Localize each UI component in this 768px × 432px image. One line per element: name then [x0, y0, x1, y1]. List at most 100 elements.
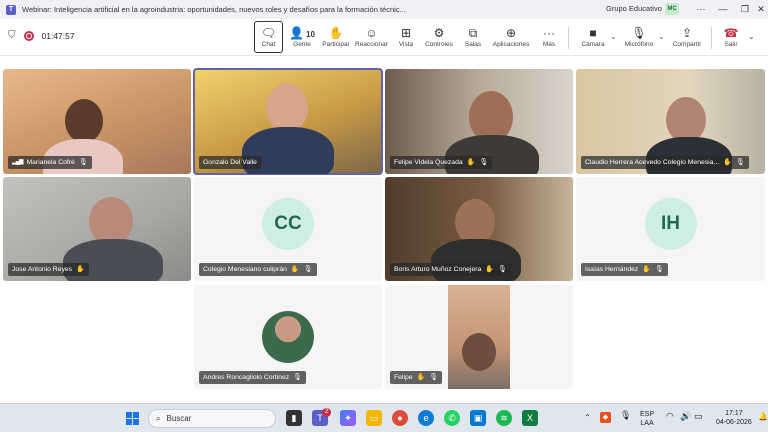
close-icon[interactable]: ✕	[750, 0, 768, 19]
participant-tile[interactable]: Claudio Herrera Acevedo Colegio Menesia.…	[576, 69, 765, 174]
share-screen-icon: ⇪	[681, 25, 693, 40]
people-icon: 👤 10	[289, 25, 315, 40]
signal-icon: ▂▄▆	[12, 159, 24, 165]
participant-tile[interactable]: Jose Antonio Reyes ✋	[3, 177, 191, 281]
windows-taskbar: ⌕ Buscar ▮ T 2 ✦ ▭ ● e ✆ ▣ ≋ X ⌃ ◆ 🎙 ESP…	[0, 403, 768, 432]
hand-icon: ✋	[328, 25, 344, 40]
participant-tile[interactable]: Gonzalo Del Valle	[193, 68, 383, 175]
edge-icon[interactable]: e	[418, 410, 434, 426]
tray-app-icon[interactable]: ◆	[600, 412, 611, 423]
participant-name-label: Isaías Hernández ✋ 🎙	[581, 263, 668, 276]
participant-initials-avatar: CC	[262, 197, 314, 250]
camera-label: Cámara	[581, 40, 605, 48]
meeting-status: ⛉ 01:47:57	[8, 30, 75, 41]
mic-muted-icon: 🎙	[303, 266, 313, 273]
wifi-icon[interactable]: ◠	[666, 412, 674, 421]
participant-photo-avatar	[262, 311, 314, 363]
participant-tile[interactable]: Andres Roncagliolo Cortinez 🎙	[194, 285, 382, 389]
chrome-icon[interactable]: ●	[392, 410, 408, 426]
people-button[interactable]: 👤 10 Gente	[288, 21, 316, 53]
participant-name-label: ▂▄▆ Marianela Cofré 🎙	[8, 156, 92, 169]
react-button[interactable]: ☺ Reaccionar	[354, 21, 389, 53]
participant-initials-avatar: IH	[644, 197, 697, 250]
hand-icon: ✋	[485, 266, 494, 273]
video-grid: ▂▄▆ Marianela Cofré 🎙 Gonzalo Del Valle …	[0, 57, 768, 403]
participant-name-label: Claudio Herrera Acevedo Colegio Menesia.…	[581, 156, 749, 169]
participant-tile[interactable]: ▂▄▆ Marianela Cofré 🎙	[3, 69, 191, 174]
excel-icon[interactable]: X	[522, 410, 538, 426]
participant-tile[interactable]: CC Colegio Menesiano culiprán ✋ 🎙	[194, 177, 382, 281]
recording-icon	[23, 30, 34, 41]
notifications-icon[interactable]: 🔔	[758, 412, 768, 421]
leave-button[interactable]: ☎ Salir	[719, 21, 743, 53]
grid-view-icon: ⊞	[400, 25, 412, 40]
org-name[interactable]: Grupo Educativo	[606, 4, 662, 13]
meeting-toolbar: ⛉ 01:47:57 🗨 Chat 👤 10 Gente ✋ Participar…	[0, 19, 768, 56]
participant-tile[interactable]: Boris Arturo Muñoz Conejera ✋ 🎙	[385, 177, 573, 281]
title-bar: T Webinar: Inteligencia artificial en la…	[0, 0, 768, 19]
volume-icon[interactable]: 🔊	[680, 412, 691, 421]
spotify-icon[interactable]: ≋	[496, 410, 512, 426]
ellipsis-icon: ···	[543, 25, 555, 40]
raise-hand-button[interactable]: ✋ Participar	[319, 21, 353, 53]
whatsapp-icon[interactable]: ✆	[444, 410, 460, 426]
participant-name-label: Felipe Videla Quezada ✋ 🎙	[390, 156, 493, 169]
people-label: Gente	[293, 40, 311, 48]
shield-icon: ⛉	[8, 30, 16, 41]
share-label: Compartir	[672, 40, 702, 48]
minimize-icon[interactable]: —	[712, 0, 734, 19]
language-indicator[interactable]: ESP LAA	[640, 410, 654, 428]
hang-up-icon: ☎	[723, 25, 739, 40]
apps-label: Aplicaciones	[492, 40, 530, 48]
participant-tile[interactable]: IH Isaías Hernández ✋ 🎙	[576, 177, 765, 281]
windows-start-icon[interactable]	[126, 412, 139, 425]
participant-tile[interactable]: Felipe Videla Quezada ✋ 🎙	[385, 69, 573, 174]
react-label: Reaccionar	[355, 40, 388, 48]
hand-icon: ✋	[466, 159, 476, 166]
chat-button[interactable]: 🗨 Chat	[254, 21, 283, 53]
camera-options-chevron-icon[interactable]: ⌄	[610, 32, 617, 41]
hand-icon: ✋	[723, 159, 732, 166]
microphone-muted-icon: 🎙	[631, 25, 647, 40]
participant-name-label: Colegio Menesiano culiprán ✋ 🎙	[199, 263, 317, 276]
battery-icon[interactable]: ▭	[694, 412, 703, 421]
mic-options-chevron-icon[interactable]: ⌄	[658, 32, 665, 41]
microphone-button[interactable]: 🎙 Micrófono	[622, 21, 656, 53]
view-button[interactable]: ⊞ Vista	[394, 21, 418, 53]
participant-video	[266, 83, 308, 133]
mic-muted-icon: 🎙	[78, 159, 88, 166]
chat-label: Chat	[261, 40, 276, 48]
participant-name-label: Andres Roncagliolo Cortinez 🎙	[199, 371, 307, 384]
teams-notification-badge: 2	[322, 408, 331, 417]
share-button[interactable]: ⇪ Compartir	[670, 21, 704, 53]
mic-muted-icon: 🎙	[293, 374, 303, 381]
tray-chevron-icon[interactable]: ⌃	[584, 413, 591, 422]
microphone-label: Micrófono	[624, 40, 654, 48]
leave-options-chevron-icon[interactable]: ⌄	[748, 32, 755, 41]
rooms-button[interactable]: ⧉ Salas	[461, 21, 485, 53]
hand-icon: ✋	[642, 266, 651, 273]
camera-button[interactable]: ■ Cámara	[578, 21, 608, 53]
mic-muted-icon: 🎙	[429, 374, 439, 381]
more-button[interactable]: ··· Más	[538, 21, 560, 53]
participant-video	[448, 285, 510, 389]
task-view-icon[interactable]: ▮	[286, 410, 302, 426]
account-badge[interactable]: MC	[665, 3, 679, 15]
outlook-icon[interactable]: ▣	[470, 410, 486, 426]
chat-icon: 🗨	[260, 25, 277, 40]
controls-button[interactable]: ⚙ Controles	[423, 21, 455, 53]
taskbar-search[interactable]: ⌕ Buscar	[148, 409, 276, 428]
rooms-label: Salas	[464, 40, 482, 48]
tray-mic-muted-icon[interactable]: 🎙	[620, 411, 631, 420]
participant-video	[65, 99, 103, 143]
hand-icon: ✋	[416, 374, 426, 381]
clock[interactable]: 17:17 04-06-2026	[716, 409, 752, 427]
hand-icon: ✋	[290, 266, 300, 273]
participant-tile[interactable]: Felipe ✋ 🎙	[385, 285, 573, 389]
more-options-icon[interactable]: ···	[690, 0, 712, 19]
apps-button[interactable]: ⊕ Aplicaciones	[490, 21, 532, 53]
search-label: Buscar	[166, 414, 192, 423]
file-explorer-icon[interactable]: ▭	[366, 410, 382, 426]
hand-icon: ✋	[76, 266, 85, 273]
copilot-icon[interactable]: ✦	[340, 410, 356, 426]
